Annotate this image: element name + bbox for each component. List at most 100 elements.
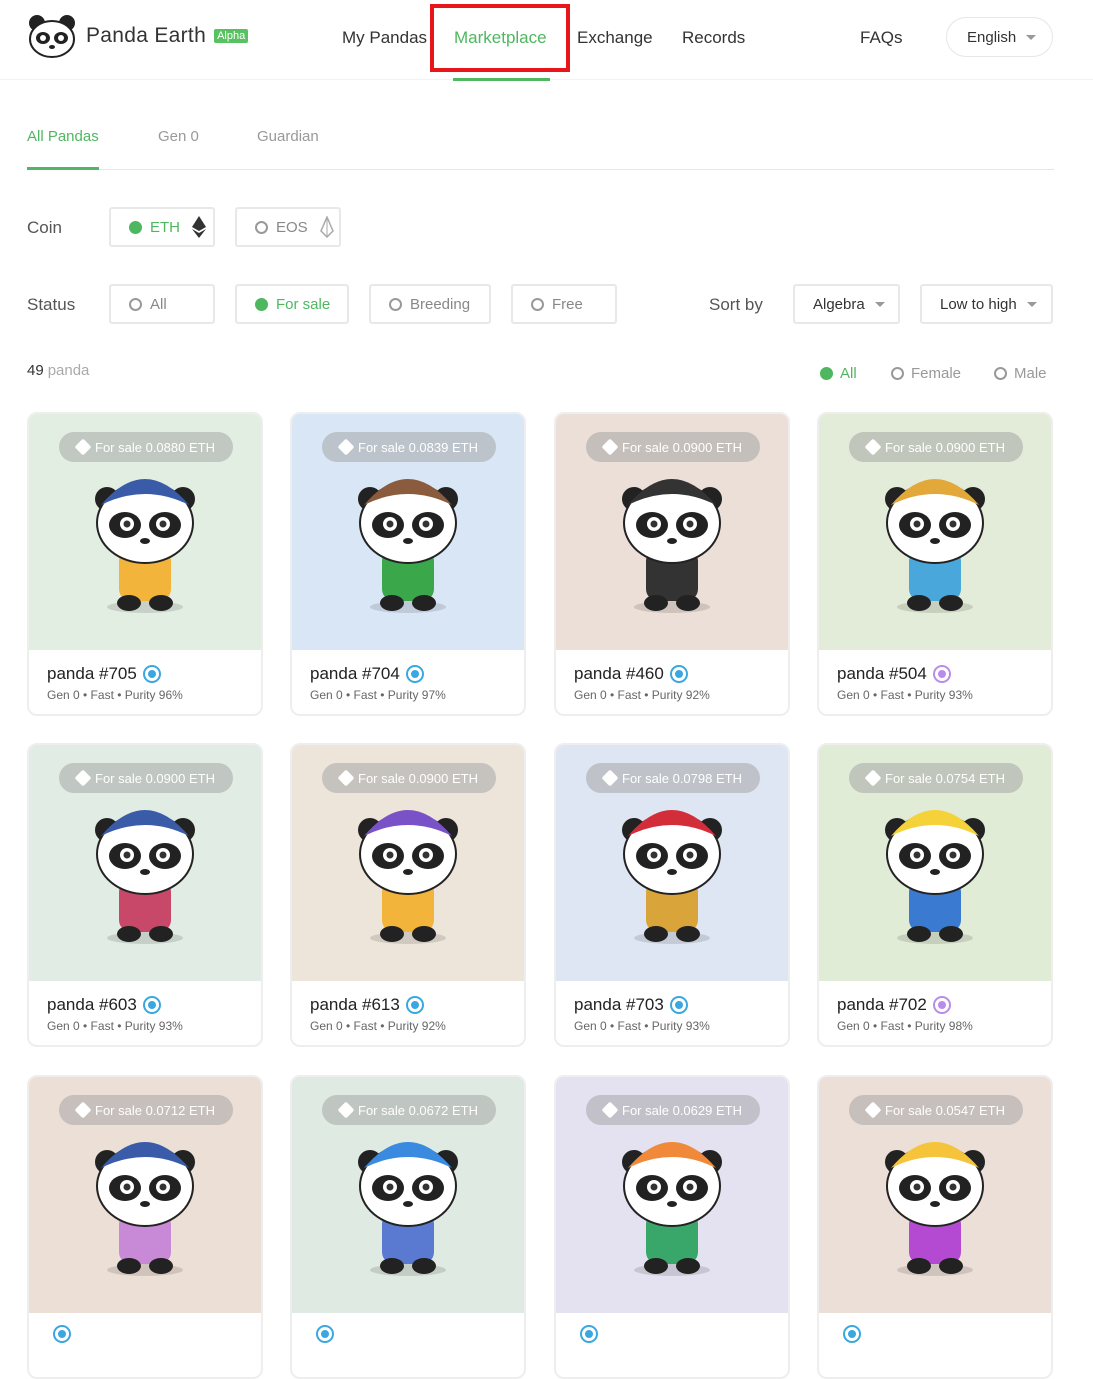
status-option-all[interactable]: All xyxy=(109,284,215,324)
status-option-label: For sale xyxy=(276,295,331,313)
panda-name: panda #603 xyxy=(47,995,137,1014)
panda-avatar-icon xyxy=(358,478,458,613)
eos-icon xyxy=(319,216,334,238)
panda-meta: Gen 0 • Fast • Purity 93% xyxy=(574,1019,710,1033)
coin-option-label: ETH xyxy=(150,218,180,236)
nav-active-indicator xyxy=(453,78,550,81)
price-label: For sale 0.0754 ETH xyxy=(885,770,1005,786)
radio-icon xyxy=(820,367,833,380)
price-label: For sale 0.0629 ETH xyxy=(622,1102,742,1118)
panda-card[interactable]: For sale 0.0712 ETH xyxy=(27,1075,263,1379)
panda-meta: Gen 0 • Fast • Purity 97% xyxy=(310,688,446,702)
nav-records[interactable]: Records xyxy=(682,28,745,48)
panda-avatar-icon xyxy=(358,1141,458,1276)
tag-icon xyxy=(864,438,882,456)
marketplace-highlight-box xyxy=(430,4,570,72)
panda-card[interactable]: For sale 0.0672 ETH xyxy=(290,1075,526,1379)
panda-name: panda #705 xyxy=(47,664,137,683)
nav-faqs[interactable]: FAQs xyxy=(860,28,903,48)
tag-icon xyxy=(337,1101,355,1119)
coin-option-eos[interactable]: EOS xyxy=(235,207,341,247)
price-label: For sale 0.0900 ETH xyxy=(622,439,742,455)
gender-option-all[interactable]: All xyxy=(820,365,857,382)
tag-icon xyxy=(74,769,92,787)
panda-avatar-icon xyxy=(885,809,985,944)
price-tag: For sale 0.0672 ETH xyxy=(322,1095,496,1125)
radio-icon xyxy=(531,297,544,311)
sort-order-select[interactable]: Low to high xyxy=(920,284,1053,324)
chevron-down-icon xyxy=(874,301,885,307)
panda-name: panda #504 xyxy=(837,664,927,683)
panda-name-row: panda #613 xyxy=(310,995,422,1015)
rarity-badge-icon xyxy=(934,998,949,1012)
sort-field-value: Algebra xyxy=(813,295,865,313)
status-option-free[interactable]: Free xyxy=(511,284,617,324)
status-option-label: Breeding xyxy=(410,295,471,313)
status-option-for-sale[interactable]: For sale xyxy=(235,284,349,324)
gender-option-label: Male xyxy=(1014,365,1047,382)
tag-icon xyxy=(601,769,619,787)
language-label: English xyxy=(967,28,1017,46)
radio-icon xyxy=(891,367,904,380)
panda-name-row: panda #603 xyxy=(47,995,159,1015)
panda-logo-icon xyxy=(29,15,75,58)
tag-icon xyxy=(864,769,882,787)
panda-card[interactable]: For sale 0.0900 ETH panda #613 Gen 0 • F… xyxy=(290,743,526,1047)
price-label: For sale 0.0900 ETH xyxy=(358,770,478,786)
sort-order-value: Low to high xyxy=(940,295,1017,313)
price-label: For sale 0.0900 ETH xyxy=(95,770,215,786)
panda-card[interactable]: For sale 0.0839 ETH panda #704 Gen 0 • F… xyxy=(290,412,526,716)
panda-avatar-icon xyxy=(622,809,722,944)
alpha-badge: Alpha xyxy=(214,29,249,43)
rarity-badge-icon xyxy=(407,998,422,1012)
nav-exchange[interactable]: Exchange xyxy=(577,28,653,48)
panda-meta: Gen 0 • Fast • Purity 93% xyxy=(47,1019,183,1033)
panda-card[interactable]: For sale 0.0754 ETH panda #702 Gen 0 • F… xyxy=(817,743,1053,1047)
price-label: For sale 0.0672 ETH xyxy=(358,1102,478,1118)
panda-name-row xyxy=(837,1327,859,1341)
status-option-breeding[interactable]: Breeding xyxy=(369,284,491,324)
brand-logo[interactable]: Panda Earth Alpha xyxy=(28,14,249,58)
rarity-badge-icon xyxy=(318,1327,332,1341)
radio-icon xyxy=(129,297,142,311)
panda-meta: Gen 0 • Fast • Purity 92% xyxy=(310,1019,446,1033)
rarity-badge-icon xyxy=(671,667,686,681)
panda-name-row: panda #705 xyxy=(47,664,159,684)
rarity-badge-icon xyxy=(934,667,949,681)
rarity-badge-icon xyxy=(55,1327,69,1341)
gender-option-male[interactable]: Male xyxy=(994,365,1047,382)
panda-name: panda #702 xyxy=(837,995,927,1014)
nav-my-pandas[interactable]: My Pandas xyxy=(342,28,427,48)
tag-icon xyxy=(74,1101,92,1119)
tab-all-pandas[interactable]: All Pandas xyxy=(27,128,99,145)
panda-name-row: panda #460 xyxy=(574,664,686,684)
tab-gen-0[interactable]: Gen 0 xyxy=(158,128,199,145)
rarity-badge-icon xyxy=(582,1327,596,1341)
panda-card[interactable]: For sale 0.0547 ETH xyxy=(817,1075,1053,1379)
coin-label: Coin xyxy=(27,218,62,237)
price-tag: For sale 0.0547 ETH xyxy=(849,1095,1023,1125)
gender-option-female[interactable]: Female xyxy=(891,365,961,382)
panda-card[interactable]: For sale 0.0629 ETH xyxy=(554,1075,790,1379)
price-tag: For sale 0.0754 ETH xyxy=(849,763,1023,793)
panda-avatar-icon xyxy=(95,809,195,944)
tab-guardian[interactable]: Guardian xyxy=(257,128,319,145)
panda-card[interactable]: For sale 0.0900 ETH panda #460 Gen 0 • F… xyxy=(554,412,790,716)
sort-field-select[interactable]: Algebra xyxy=(793,284,900,324)
price-tag: For sale 0.0900 ETH xyxy=(586,432,760,462)
coin-option-eth[interactable]: ETH xyxy=(109,207,215,247)
panda-card[interactable]: For sale 0.0900 ETH panda #603 Gen 0 • F… xyxy=(27,743,263,1047)
language-select[interactable]: English xyxy=(946,17,1053,57)
panda-name-row: panda #704 xyxy=(310,664,422,684)
rarity-badge-icon xyxy=(845,1327,859,1341)
panda-card[interactable]: For sale 0.0798 ETH panda #703 Gen 0 • F… xyxy=(554,743,790,1047)
sort-label: Sort by xyxy=(709,295,763,314)
price-tag: For sale 0.0880 ETH xyxy=(59,432,233,462)
panda-card[interactable]: For sale 0.0900 ETH panda #504 Gen 0 • F… xyxy=(817,412,1053,716)
panda-meta: Gen 0 • Fast • Purity 92% xyxy=(574,688,710,702)
status-option-label: All xyxy=(150,295,167,313)
price-label: For sale 0.0900 ETH xyxy=(885,439,1005,455)
price-label: For sale 0.0798 ETH xyxy=(622,770,742,786)
panda-name: panda #704 xyxy=(310,664,400,683)
panda-card[interactable]: For sale 0.0880 ETH panda #705 Gen 0 • F… xyxy=(27,412,263,716)
